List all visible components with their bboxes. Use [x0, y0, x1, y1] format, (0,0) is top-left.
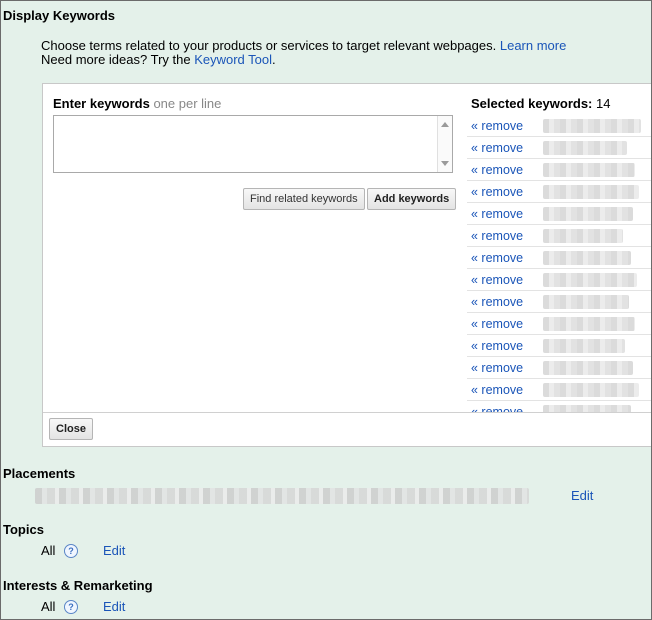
keyword-text-redacted [543, 317, 635, 331]
selected-keyword-row: « remove [467, 335, 651, 357]
interests-value: All [41, 599, 56, 614]
placements-edit-link[interactable]: Edit [571, 488, 593, 503]
interests-edit-link[interactable]: Edit [103, 599, 125, 614]
topics-value: All [41, 543, 56, 558]
learn-more-link[interactable]: Learn more [500, 38, 566, 53]
selected-keywords-header: Selected keywords: 14 [471, 96, 610, 111]
selected-keyword-row: « remove [467, 291, 651, 313]
selected-keyword-row: « remove [467, 159, 651, 181]
scroll-down-icon[interactable] [441, 161, 449, 166]
panel-footer-divider [43, 412, 651, 413]
textarea-scrollbar[interactable] [437, 116, 452, 172]
selected-keyword-row: « remove [467, 225, 651, 247]
keyword-text-redacted [543, 361, 633, 375]
selected-keyword-row: « remove [467, 247, 651, 269]
interests-title: Interests & Remarketing [3, 578, 153, 593]
remove-keyword-link[interactable]: « remove [471, 229, 523, 243]
keyword-text-redacted [543, 119, 641, 133]
selected-keyword-row: « remove [467, 137, 651, 159]
add-keywords-button[interactable]: Add keywords [367, 188, 457, 210]
keyword-text-redacted [543, 251, 631, 265]
keyword-text-redacted [543, 207, 633, 221]
remove-keyword-link[interactable]: « remove [471, 251, 523, 265]
close-button[interactable]: Close [49, 418, 93, 440]
topics-edit-link[interactable]: Edit [103, 543, 125, 558]
remove-keyword-link[interactable]: « remove [471, 317, 523, 331]
selected-keywords-label: Selected keywords: [471, 96, 593, 111]
keyword-text-redacted [543, 273, 637, 287]
remove-keyword-link[interactable]: « remove [471, 207, 523, 221]
selected-keyword-row: « remove [467, 203, 651, 225]
selected-keywords-list[interactable]: « remove « remove « remove « remove « remove… [467, 115, 651, 413]
keyword-text-redacted [543, 383, 639, 397]
keyword-text-redacted [543, 229, 623, 243]
placements-value-redacted [35, 488, 529, 504]
remove-keyword-link[interactable]: « remove [471, 141, 523, 155]
selected-keyword-row: « remove [467, 379, 651, 401]
selected-keyword-row: « remove [467, 115, 651, 137]
keyword-tool-link[interactable]: Keyword Tool [194, 52, 272, 67]
display-keywords-title: Display Keywords [3, 8, 115, 23]
interests-help-icon[interactable]: ? [64, 600, 78, 614]
campaign-targeting-panel: Display Keywords Choose terms related to… [0, 0, 652, 620]
remove-keyword-link[interactable]: « remove [471, 295, 523, 309]
selected-keywords-count: 14 [596, 96, 611, 111]
topics-help-icon[interactable]: ? [64, 544, 78, 558]
selected-keyword-row: « remove [467, 357, 651, 379]
keyword-text-redacted [543, 295, 629, 309]
display-keywords-intro: Choose terms related to your products or… [41, 39, 566, 67]
keyword-text-redacted [543, 163, 635, 177]
remove-keyword-link[interactable]: « remove [471, 383, 523, 397]
remove-keyword-link[interactable]: « remove [471, 185, 523, 199]
selected-keyword-row: « remove [467, 313, 651, 335]
remove-keyword-link[interactable]: « remove [471, 163, 523, 177]
selected-keyword-row: « remove [467, 181, 651, 203]
intro-text-1: Choose terms related to your products or… [41, 38, 497, 53]
keyword-text-redacted [543, 141, 627, 155]
intro-text-2-end: . [272, 52, 276, 67]
placements-title: Placements [3, 466, 76, 481]
intro-text-2: Need more ideas? Try the [41, 52, 191, 67]
find-related-keywords-button[interactable]: Find related keywords [243, 188, 365, 210]
remove-keyword-link[interactable]: « remove [471, 339, 523, 353]
keyword-text-redacted [543, 185, 639, 199]
scroll-up-icon[interactable] [441, 122, 449, 127]
enter-keywords-text: Enter keywords [53, 96, 150, 111]
remove-keyword-link[interactable]: « remove [471, 273, 523, 287]
keyword-text-redacted [543, 339, 625, 353]
remove-keyword-link[interactable]: « remove [471, 119, 523, 133]
remove-keyword-link[interactable]: « remove [471, 361, 523, 375]
enter-keywords-hint: one per line [153, 96, 222, 111]
topics-title: Topics [3, 522, 44, 537]
keywords-editor-panel: Enter keywords one per line Find related… [42, 83, 651, 447]
selected-keyword-row: « remove [467, 269, 651, 291]
enter-keywords-label: Enter keywords one per line [53, 96, 221, 111]
keywords-textarea[interactable] [53, 115, 453, 173]
